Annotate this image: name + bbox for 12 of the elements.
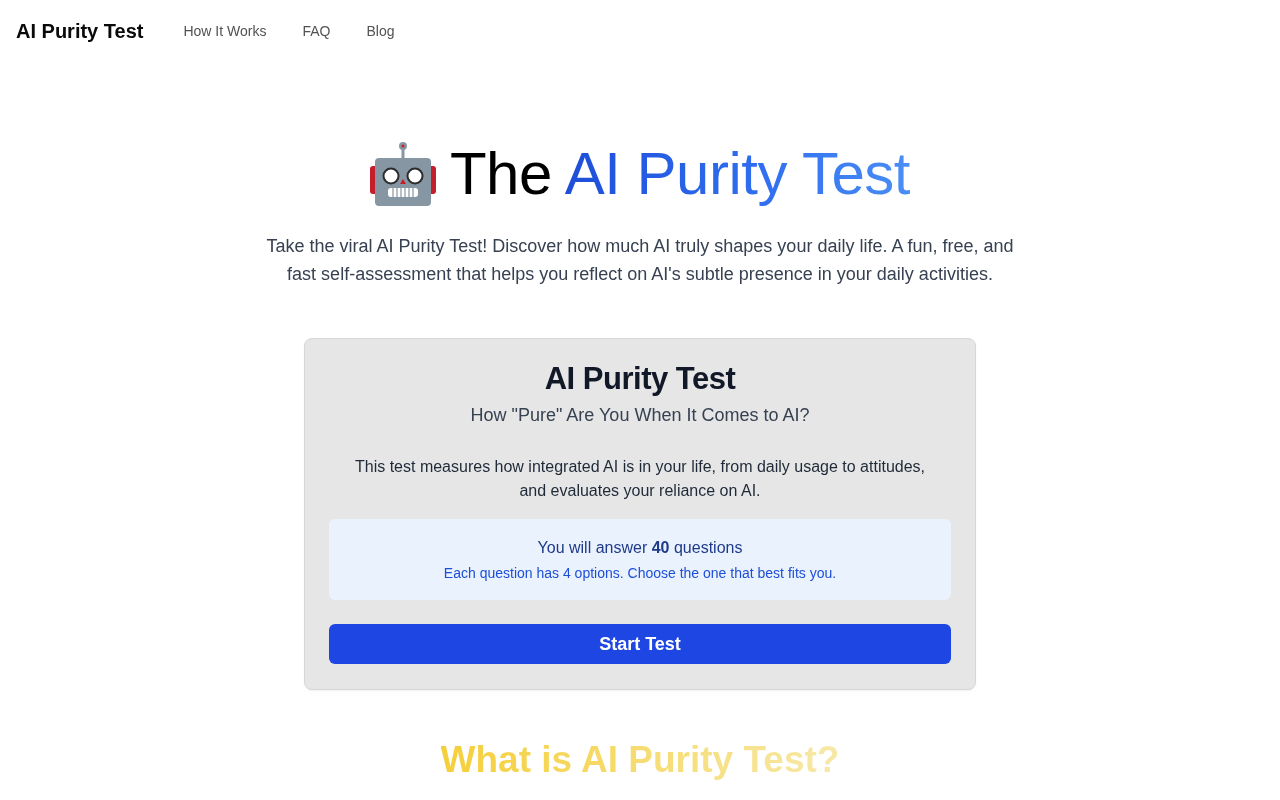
card-description: This test measures how integrated AI is in your life, from daily usage to attitudes, and evaluates your reliance on AI. <box>353 457 927 501</box>
site-logo[interactable]: AI Purity Test <box>16 19 144 43</box>
hero-subtitle: Take the viral AI Purity Test! Discover how much AI truly shapes your daily life. A fun, free, and fast self-assessment that helps you reflect on AI's subtle presence in your daily activities. <box>265 235 1015 286</box>
nav-link[interactable]: Blog <box>366 23 395 39</box>
question-count-text: You will answer 40 questions <box>537 538 743 558</box>
options-note: Each question has 4 options. Choose the one that best fits you. <box>443 564 837 583</box>
card-subtitle: How "Pure" Are You When It Comes to AI? <box>470 404 810 427</box>
nav-link[interactable]: How It Works <box>183 23 267 39</box>
card-title: AI Purity Test <box>544 360 736 398</box>
robot-icon <box>369 142 436 206</box>
start-test-button[interactable]: Start Test <box>329 624 951 664</box>
nav-link[interactable]: FAQ <box>302 23 331 39</box>
